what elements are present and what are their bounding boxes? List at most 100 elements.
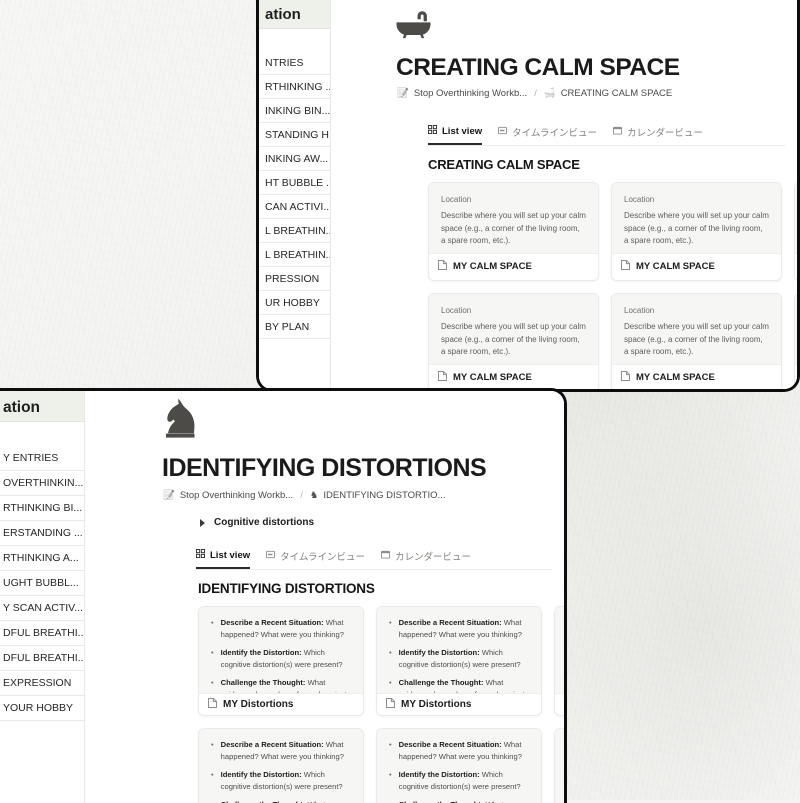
bullet-item-1: • Identify the Distortion: Which cognitiv… — [211, 769, 351, 792]
card-my-distortions[interactable]: •Describe a Recent Situation: What happe… — [554, 606, 564, 716]
sidebar-item-7[interactable]: L BREATHIN... — [259, 219, 330, 243]
tab-list-view[interactable]: List view — [428, 125, 483, 145]
sidebar-item-list[interactable]: Y ENTRIES OVERTHINKIN... RTHINKING BI... ER… — [0, 446, 84, 721]
window-identifying-distortions[interactable]: ation Y ENTRIES OVERTHINKIN... RTHINKING B… — [0, 388, 567, 803]
tab-カレンダービュー[interactable]: カレンダービュー — [612, 125, 703, 145]
sidebar-item-4[interactable]: RTHINKING A... — [0, 546, 84, 571]
sidebar-item-11[interactable]: BY PLAN — [259, 315, 330, 339]
card-body: LocationDescribe where you will set up y… — [795, 183, 797, 253]
card-my-distortions[interactable]: •Describe a Recent Situation: What happe… — [554, 728, 564, 803]
sidebar-item-9[interactable]: EXPRESSION — [0, 671, 84, 696]
card-body: LocationDescribe where you will set up y… — [429, 294, 598, 364]
bullet-dot-icon: • — [211, 648, 214, 657]
breadcrumb-parent[interactable]: 📝 Stop Overthinking Workb... — [397, 88, 527, 99]
view-tabs[interactable]: List view タイムラインビュー カレンダービュー — [196, 549, 552, 570]
sidebar-item-label: INKING AW... — [265, 152, 329, 165]
tab-カレンダービュー[interactable]: カレンダービュー — [380, 549, 471, 569]
card-body: •Describe a Recent Situation: What happe… — [555, 607, 564, 694]
property-label: Location — [624, 195, 655, 204]
breadcrumb[interactable]: 📝 Stop Overthinking Workb... / ♞ IDENTIF… — [163, 490, 564, 501]
document-icon — [208, 698, 217, 711]
sidebar-item-0[interactable]: NTRIES — [259, 51, 330, 75]
bullet-text: Identify the Distortion: Which cognitive… — [220, 770, 343, 791]
card-my-distortions[interactable]: •Describe a Recent Situation: What happe… — [376, 728, 542, 803]
sidebar-item-4[interactable]: INKING AW... — [259, 147, 330, 171]
sidebar-item-5[interactable]: HT BUBBLE ... — [259, 171, 330, 195]
document-icon — [438, 371, 447, 384]
sidebar-item-6[interactable]: Y SCAN ACTIV... — [0, 596, 84, 621]
sidebar-item-label: DFUL BREATHI... — [3, 652, 84, 664]
sidebar-item-9[interactable]: PRESSION — [259, 267, 330, 291]
document-icon — [386, 698, 395, 711]
card-footer[interactable]: MY Distortions — [555, 693, 564, 715]
tab-タイムラインビュー[interactable]: タイムラインビュー — [266, 549, 365, 569]
sidebar-item-6[interactable]: CAN ACTIVI... — [259, 195, 330, 219]
breadcrumb[interactable]: 📝 Stop Overthinking Workb... / 🛁 CREATIN… — [397, 88, 797, 99]
card-my-distortions[interactable]: •Describe a Recent Situation: What happe… — [376, 606, 542, 716]
view-tabs[interactable]: List view タイムラインビュー カレンダービュー — [428, 125, 785, 146]
card-my-distortions[interactable]: • Describe a Recent Situation: What happe… — [198, 606, 364, 716]
card-my-calm-space[interactable]: LocationDescribe where you will set up y… — [794, 182, 797, 281]
card-footer[interactable]: MY CALM SPACE — [795, 252, 797, 280]
bullet-dot-icon: • — [211, 618, 214, 627]
card-footer[interactable]: MY CALM SPACE — [612, 252, 781, 280]
tab-タイムラインビュー[interactable]: タイムラインビュー — [498, 125, 597, 145]
sidebar-item-10[interactable]: UR HOBBY — [259, 291, 330, 315]
card-footer[interactable]: MY CALM SPACE — [429, 363, 598, 389]
card-footer-label: MY Distortions — [223, 699, 294, 711]
card-body: • Describe a Recent Situation: What happe… — [199, 607, 363, 694]
chess-knight-icon: ♞ — [309, 490, 319, 501]
database-title: IDENTIFYING DISTORTIONS — [198, 581, 375, 596]
card-footer[interactable]: MY CALM SPACE — [795, 363, 797, 389]
chevron-right-icon[interactable] — [200, 518, 205, 527]
card-footer[interactable]: MY CALM SPACE — [429, 252, 598, 280]
sidebar-item-5[interactable]: UGHT BUBBL... — [0, 571, 84, 596]
toggle-cognitive-distortions[interactable]: Cognitive distortions — [200, 517, 564, 528]
sidebar-item-1[interactable]: RTHINKING ... — [259, 75, 330, 99]
memo-icon: 📝 — [163, 490, 175, 501]
card-body: •Describe a Recent Situation: What happe… — [199, 729, 363, 803]
card-grid[interactable]: • Describe a Recent Situation: What happe… — [198, 606, 564, 803]
document-icon — [621, 260, 630, 273]
bullet-text: Describe a Recent Situation: What happen… — [220, 618, 344, 639]
card-footer[interactable]: MY Distortions — [199, 693, 363, 715]
card-footer-label: MY Distortions — [401, 699, 472, 711]
database-title: CREATING CALM SPACE — [428, 157, 580, 172]
sidebar-item-3[interactable]: ERSTANDING ... — [0, 521, 84, 546]
card-my-calm-space[interactable]: LocationDescribe where you will set up y… — [611, 182, 782, 281]
sidebar-item-10[interactable]: YOUR HOBBY — [0, 696, 84, 721]
breadcrumb-current[interactable]: 🛁 CREATING CALM SPACE — [544, 88, 672, 99]
page-title: CREATING CALM SPACE — [396, 54, 680, 81]
sidebar-item-label: BY PLAN — [265, 320, 310, 333]
sidebar-item-2[interactable]: INKING BIN... — [259, 99, 330, 123]
sidebar-item-8[interactable]: DFUL BREATHI... — [0, 646, 84, 671]
sidebar-item-label: INKING BIN... — [265, 104, 330, 117]
tab-list-view[interactable]: List view — [196, 549, 251, 569]
breadcrumb-parent[interactable]: 📝 Stop Overthinking Workb... — [163, 490, 293, 501]
card-my-calm-space[interactable]: LocationDescribe where you will set up y… — [428, 182, 599, 281]
sidebar-item-list[interactable]: NTRIES RTHINKING ... INKING BIN... STANDING… — [259, 51, 330, 339]
sidebar-item-7[interactable]: DFUL BREATHI... — [0, 621, 84, 646]
bullet-dot-icon: • — [389, 740, 392, 749]
card-grid[interactable]: Location Describe where you will set up y… — [428, 182, 797, 389]
sidebar-distortions[interactable]: ation Y ENTRIES OVERTHINKIN... RTHINKING B… — [0, 391, 85, 803]
sidebar-item-label: Y SCAN ACTIV... — [3, 602, 83, 614]
tab-label: タイムラインビュー — [512, 128, 597, 139]
sidebar-item-3[interactable]: STANDING H... — [259, 123, 330, 147]
card-my-distortions[interactable]: •Describe a Recent Situation: What happe… — [198, 728, 364, 803]
breadcrumb-current[interactable]: ♞ IDENTIFYING DISTORTIO... — [310, 490, 446, 501]
sidebar-calm-space[interactable]: ation NTRIES RTHINKING ... INKING BIN... ST… — [259, 0, 331, 389]
property-label: Location — [441, 306, 472, 315]
card-footer[interactable]: MY CALM SPACE — [612, 363, 781, 389]
card-body: •Describe a Recent Situation: What happe… — [377, 607, 541, 694]
card-my-calm-space[interactable]: LocationDescribe where you will set up y… — [428, 293, 599, 389]
sidebar-item-label: UGHT BUBBL... — [3, 577, 79, 589]
card-my-calm-space[interactable]: LocationDescribe where you will set up y… — [794, 293, 797, 389]
card-my-calm-space[interactable]: LocationDescribe where you will set up y… — [611, 293, 782, 389]
sidebar-item-1[interactable]: OVERTHINKIN... — [0, 471, 84, 496]
card-footer[interactable]: MY Distortions — [377, 693, 541, 715]
sidebar-item-2[interactable]: RTHINKING BI... — [0, 496, 84, 521]
window-creating-calm-space[interactable]: ation NTRIES RTHINKING ... INKING BIN... ST… — [256, 0, 800, 392]
sidebar-item-8[interactable]: L BREATHIN... — [259, 243, 330, 267]
sidebar-item-0[interactable]: Y ENTRIES — [0, 446, 84, 471]
